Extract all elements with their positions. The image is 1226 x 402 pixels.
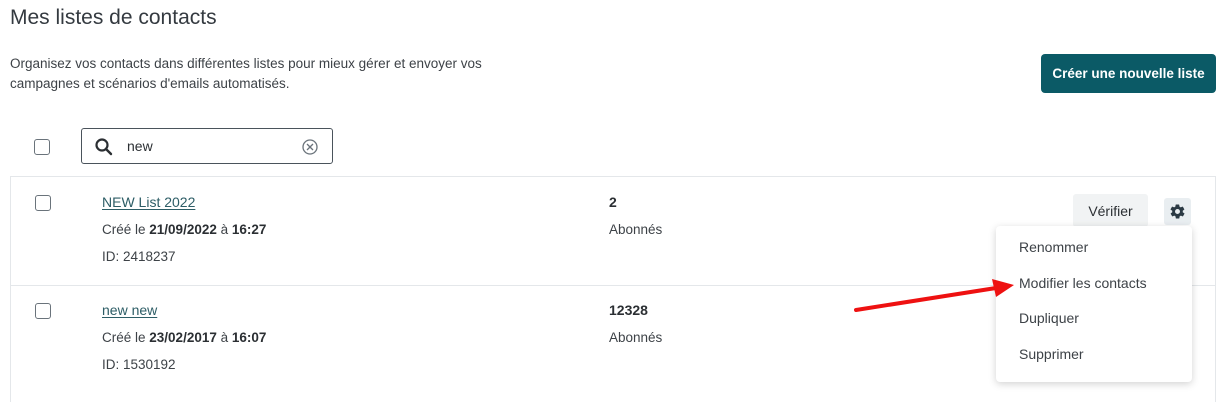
menu-item-delete[interactable]: Supprimer: [996, 337, 1192, 373]
create-list-button[interactable]: Créer une nouvelle liste: [1041, 54, 1216, 93]
created-separator: à: [216, 330, 232, 345]
created-time: 16:07: [231, 330, 267, 345]
row-checkbox[interactable]: [35, 303, 51, 319]
subscriber-count: 12328: [609, 302, 648, 318]
menu-item-duplicate[interactable]: Dupliquer: [996, 301, 1192, 337]
search-field[interactable]: [81, 128, 333, 164]
page-description: Organisez vos contacts dans différentes …: [10, 54, 510, 94]
list-settings-button[interactable]: [1164, 198, 1191, 225]
created-date: 21/09/2022: [149, 222, 217, 237]
created-prefix: Créé le: [102, 222, 150, 237]
clear-search-icon[interactable]: [301, 138, 319, 156]
created-prefix: Créé le: [102, 330, 150, 345]
menu-item-edit-contacts[interactable]: Modifier les contacts: [996, 266, 1192, 302]
description-line-2: campagnes et scénarios d'emails automati…: [10, 76, 290, 91]
page-title: Mes listes de contacts: [10, 6, 217, 29]
list-name-link[interactable]: new new: [102, 302, 157, 318]
subscriber-label: Abonnés: [609, 222, 663, 237]
description-line-1: Organisez vos contacts dans différentes …: [10, 56, 482, 71]
search-icon: [95, 138, 113, 156]
created-date: 23/02/2017: [149, 330, 217, 345]
verify-button[interactable]: Vérifier: [1073, 194, 1148, 227]
gear-icon: [1170, 204, 1185, 219]
row-checkbox[interactable]: [35, 195, 51, 211]
menu-item-rename[interactable]: Renommer: [996, 230, 1192, 266]
annotation-arrow: [854, 279, 1014, 312]
subscriber-count: 2: [609, 194, 617, 210]
list-id: ID: 2418237: [102, 249, 176, 264]
created-time: 16:27: [231, 222, 267, 237]
list-created-date: Créé le 23/02/2017 à 16:07: [102, 330, 266, 345]
select-all-checkbox[interactable]: [34, 139, 50, 155]
subscriber-label: Abonnés: [609, 330, 663, 345]
search-input[interactable]: [127, 135, 297, 157]
created-separator: à: [216, 222, 232, 237]
list-id: ID: 1530192: [102, 357, 176, 372]
list-name-link[interactable]: NEW List 2022: [102, 194, 195, 210]
list-actions-menu: Renommer Modifier les contacts Dupliquer…: [996, 226, 1192, 382]
list-created-date: Créé le 21/09/2022 à 16:27: [102, 222, 266, 237]
